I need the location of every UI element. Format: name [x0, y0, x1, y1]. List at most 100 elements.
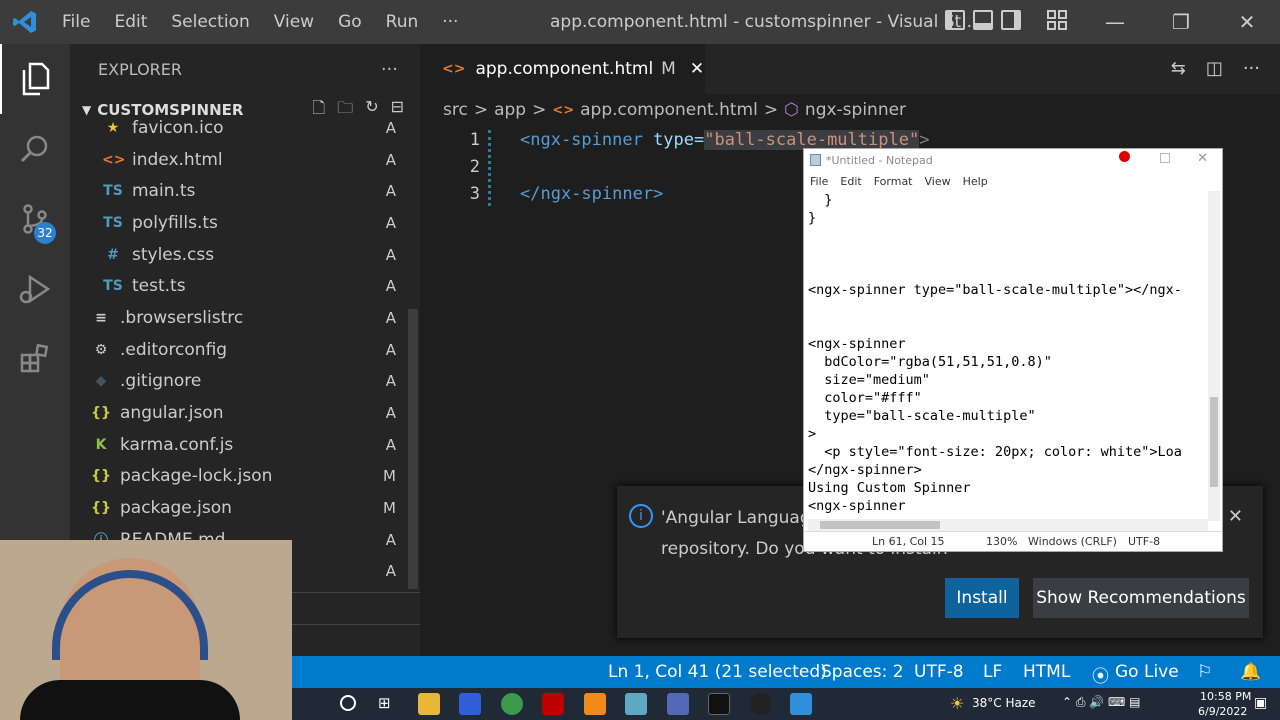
- status-language[interactable]: HTML: [1023, 662, 1070, 682]
- chrome-taskbar-icon[interactable]: [501, 693, 523, 715]
- status-indentation[interactable]: Spaces: 2: [821, 662, 904, 682]
- system-tray-icons[interactable]: ⌃ ⎙ 🔊 ⌨ ▤: [1062, 695, 1141, 710]
- explorer-more-icon[interactable]: ···: [381, 59, 398, 80]
- file-type-icon: <>: [102, 151, 126, 168]
- editor-more-icon[interactable]: ···: [1243, 58, 1260, 79]
- notepad-menu-help[interactable]: Help: [963, 175, 988, 188]
- notepad-status-eol: Windows (CRLF): [1028, 535, 1117, 548]
- notification-close-icon[interactable]: ✕: [1228, 506, 1243, 527]
- notepad-menu-file[interactable]: File: [810, 175, 828, 188]
- terminal-taskbar-icon[interactable]: [708, 693, 730, 715]
- file-tree-item[interactable]: ★ favicon.ico A: [70, 112, 420, 144]
- editor-taskbar-icon[interactable]: [459, 693, 481, 715]
- file-tree-item[interactable]: <> index.html A: [70, 144, 420, 176]
- menu-edit[interactable]: Edit: [114, 12, 147, 32]
- restore-button[interactable]: ❐: [1148, 0, 1214, 44]
- customize-layout-icon[interactable]: [1047, 10, 1067, 30]
- git-status-badge: A: [385, 308, 396, 327]
- feedback-icon[interactable]: ⚐: [1197, 662, 1212, 682]
- tab-app-component-html[interactable]: <> app.component.html M ✕: [420, 44, 705, 94]
- run-debug-icon[interactable]: [0, 254, 70, 324]
- notepad-hscrollbar[interactable]: [808, 519, 1208, 531]
- git-status-badge: A: [385, 530, 396, 549]
- notepad-text-area[interactable]: } } <ngx-spinner type="ball-scale-multip…: [808, 191, 1208, 527]
- menu-go[interactable]: Go: [338, 12, 362, 32]
- breadcrumb-file[interactable]: app.component.html: [580, 100, 758, 120]
- file-tree-item[interactable]: {} angular.json A: [70, 397, 420, 429]
- file-tree-item[interactable]: TS polyfills.ts A: [70, 207, 420, 239]
- status-go-live[interactable]: Go Live: [1115, 662, 1179, 682]
- notepad-maximize-button[interactable]: [1160, 153, 1170, 163]
- file-name: .editorconfig: [120, 339, 228, 360]
- compare-changes-icon[interactable]: ⇆: [1171, 58, 1186, 79]
- search-icon[interactable]: [0, 114, 70, 184]
- file-tree-item[interactable]: {} package-lock.json M: [70, 461, 420, 493]
- minimize-button[interactable]: —: [1082, 0, 1148, 44]
- source-control-icon[interactable]: 32: [0, 184, 70, 254]
- extensions-icon[interactable]: [0, 324, 70, 394]
- info-icon: i: [629, 504, 653, 528]
- menu-run[interactable]: Run: [386, 12, 419, 32]
- sidebar-scrollbar[interactable]: [408, 309, 418, 589]
- status-cursor-position[interactable]: Ln 1, Col 41 (21 selected): [608, 662, 827, 682]
- breadcrumb-separator: >: [532, 100, 547, 120]
- file-tree-item[interactable]: ≡ .browserslistrc A: [70, 302, 420, 334]
- notification-message: 'Angular Languag: [661, 508, 811, 528]
- element-icon: ⬡: [784, 100, 799, 120]
- menu-more[interactable]: ···: [442, 12, 458, 32]
- toggle-panel-icon[interactable]: [973, 10, 993, 30]
- vscode-taskbar-icon[interactable]: [790, 693, 812, 715]
- menu-selection[interactable]: Selection: [171, 12, 249, 32]
- filezilla-taskbar-icon[interactable]: [542, 693, 564, 715]
- app2-taskbar-icon[interactable]: [625, 693, 647, 715]
- status-encoding[interactable]: UTF-8: [914, 662, 964, 682]
- file-type-icon: #: [107, 246, 119, 263]
- file-tree-item[interactable]: Kkarma.conf.js A: [70, 429, 420, 461]
- file-tree-item[interactable]: # styles.css A: [70, 239, 420, 271]
- file-name: main.ts: [132, 181, 196, 202]
- action-center-icon[interactable]: ▣: [1254, 695, 1267, 711]
- file-tree-item[interactable]: ⚙ .editorconfig A: [70, 334, 420, 366]
- weather-text[interactable]: 38°C Haze: [972, 696, 1036, 710]
- file-explorer-taskbar-icon[interactable]: [418, 693, 440, 715]
- tab-close-icon[interactable]: ✕: [690, 59, 704, 79]
- breadcrumb-src[interactable]: src: [443, 100, 468, 120]
- install-button[interactable]: Install: [945, 578, 1019, 618]
- task-view-icon[interactable]: ⊞: [378, 694, 391, 712]
- clock-date[interactable]: 6/9/2022: [1198, 705, 1247, 718]
- status-eol[interactable]: LF: [983, 662, 1002, 682]
- toggle-secondary-sidebar-icon[interactable]: [1001, 10, 1021, 30]
- file-tree-item[interactable]: TS main.ts A: [70, 175, 420, 207]
- git-status-badge: M: [383, 499, 396, 518]
- file-tree-item[interactable]: TS test.ts A: [70, 270, 420, 302]
- tag-open: <ngx-spinner: [520, 130, 643, 150]
- show-recommendations-button[interactable]: Show Recommendations: [1033, 578, 1249, 618]
- file-tree-item[interactable]: {} package.json M: [70, 492, 420, 524]
- app3-taskbar-icon[interactable]: [667, 693, 689, 715]
- breadcrumb-app[interactable]: app: [494, 100, 526, 120]
- search-taskbar-icon[interactable]: [340, 695, 356, 711]
- notifications-bell-icon[interactable]: 🔔: [1240, 662, 1261, 682]
- close-window-button[interactable]: ✕: [1214, 0, 1280, 44]
- clock-time[interactable]: 10:58 PM: [1200, 690, 1251, 703]
- app4-taskbar-icon[interactable]: [750, 693, 772, 715]
- notepad-menu-format[interactable]: Format: [874, 175, 913, 188]
- outline-divider: [292, 592, 420, 593]
- webcam-overlay: [0, 540, 292, 720]
- file-type-icon: {}: [91, 405, 111, 422]
- breadcrumb-symbol[interactable]: ngx-spinner: [805, 100, 906, 120]
- notepad-menu-edit[interactable]: Edit: [840, 175, 861, 188]
- notepad-vscrollbar[interactable]: [1208, 191, 1220, 521]
- file-tree-item[interactable]: ◆ .gitignore A: [70, 366, 420, 398]
- git-status-badge: A: [385, 562, 396, 581]
- split-editor-icon[interactable]: ◫: [1206, 58, 1223, 79]
- toggle-sidebar-icon[interactable]: [945, 10, 965, 30]
- notepad-window[interactable]: *Untitled - Notepad ✕ File Edit Format V…: [803, 148, 1223, 552]
- app-taskbar-icon[interactable]: [584, 693, 606, 715]
- notepad-close-button[interactable]: ✕: [1197, 151, 1208, 166]
- notepad-menu-view[interactable]: View: [925, 175, 951, 188]
- menu-file[interactable]: File: [62, 12, 90, 32]
- breadcrumb-separator: >: [763, 100, 779, 120]
- menu-view[interactable]: View: [274, 12, 314, 32]
- explorer-icon[interactable]: [0, 44, 70, 114]
